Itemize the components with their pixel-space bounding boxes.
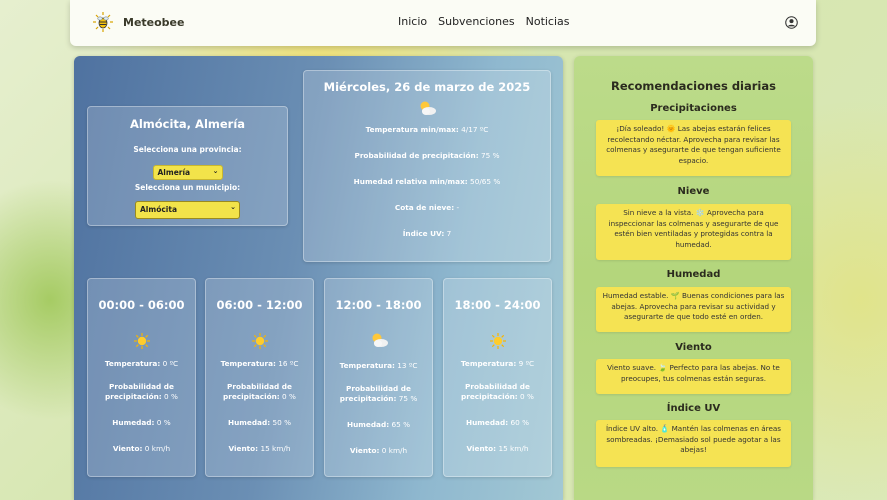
slot-temperature: Temperatura: 16 ºC: [220, 359, 299, 368]
forecast-slot-card: 06:00 - 12:00 Temperatura: 16 ºC Probabi…: [205, 278, 314, 477]
today-precipitation-row: Probabilidad de precipitación: 75 %: [354, 151, 500, 160]
sun-icon: [206, 332, 313, 350]
today-date: Miércoles, 26 de marzo de 2025: [323, 80, 531, 94]
today-humidity-row: Humedad relativa min/max: 50/65 %: [353, 177, 501, 186]
recommendation-heading-humidity: Humedad: [666, 269, 721, 280]
slot-time: 06:00 - 12:00: [216, 298, 303, 312]
weather-panel: Almócita, Almería Selecciona una provinc…: [74, 56, 563, 500]
slot-temperature: Temperatura: 0 ºC: [104, 359, 179, 368]
recommendation-heading-precipitation: Precipitaciones: [650, 103, 737, 114]
slot-precipitation: Probabilidad de precipitación: 0 %: [461, 382, 534, 401]
sun-cloud-icon: [304, 100, 550, 118]
province-select[interactable]: Almería ⌄: [152, 165, 223, 180]
recommendation-heading-wind: Viento: [675, 342, 712, 353]
slot-precipitation: Probabilidad de precipitación: 0 %: [105, 382, 178, 401]
slot-temperature: Temperatura: 13 ºC: [339, 361, 418, 370]
forecast-slot-card: 18:00 - 24:00 Temperatura: 9 ºC Probabil…: [443, 278, 552, 477]
chevron-down-icon: ⌄: [230, 203, 236, 211]
recommendations-panel: Recomendaciones diarias Precipitaciones …: [574, 56, 813, 500]
slot-wind: Viento: 0 km/h: [112, 444, 171, 453]
recommendation-wind: Viento suave. 🍃 Perfecto para las abejas…: [596, 359, 791, 394]
slot-wind: Viento: 0 km/h: [349, 446, 408, 455]
slot-humidity: Humedad: 50 %: [227, 418, 292, 427]
recommendation-humidity: Humedad estable. 🌱 Buenas condiciones pa…: [596, 287, 791, 332]
recommendation-precipitation: ¡Día soleado! 🌞 Las abejas estarán felic…: [596, 120, 791, 176]
municipality-label: Selecciona un municipio:: [134, 183, 241, 192]
province-label: Selecciona una provincia:: [133, 145, 242, 154]
slot-wind: Viento: 15 km/h: [466, 444, 529, 453]
municipality-select[interactable]: Almócita ⌄: [135, 201, 240, 219]
sun-cloud-icon: [325, 332, 432, 350]
recommendation-heading-snow: Nieve: [677, 186, 710, 197]
slot-humidity: Humedad: 65 %: [346, 420, 411, 429]
forecast-slot-card: 12:00 - 18:00 Temperatura: 13 ºC Probabi…: [324, 278, 433, 477]
slot-time: 12:00 - 18:00: [335, 298, 422, 312]
recommendation-snow: Sin nieve a la vista. ❄️ Aprovecha para …: [596, 204, 791, 260]
chevron-down-icon: ⌄: [212, 167, 219, 175]
sun-icon: [444, 332, 551, 350]
today-summary-card: Miércoles, 26 de marzo de 2025 Temperatu…: [303, 70, 551, 262]
slot-humidity: Humedad: 0 %: [112, 418, 171, 427]
slot-precipitation: Probabilidad de precipitación: 75 %: [339, 384, 418, 403]
sun-icon: [88, 332, 195, 350]
forecast-slot-card: 00:00 - 06:00 Temperatura: 0 ºC Probabil…: [87, 278, 196, 477]
today-temperature-row: Temperatura min/max: 4/17 ºC: [365, 125, 489, 134]
nav-link-noticias[interactable]: Noticias: [526, 15, 570, 28]
recommendations-title: Recomendaciones diarias: [611, 79, 776, 93]
bee-logo-icon[interactable]: [92, 11, 114, 33]
brand-name[interactable]: Meteobee: [123, 16, 184, 29]
slot-time: 18:00 - 24:00: [454, 298, 541, 312]
slot-wind: Viento: 15 km/h: [228, 444, 291, 453]
main-menu: Inicio Subvenciones Noticias: [398, 15, 570, 28]
recommendation-uv: Índice UV alto. 🧴 Mantén las colmenas en…: [596, 420, 791, 467]
recommendation-heading-uv: Índice UV: [666, 403, 721, 414]
slot-temperature: Temperatura: 9 ºC: [460, 359, 535, 368]
today-snow-row: Cota de nieve: -: [394, 203, 460, 212]
top-navbar: Meteobee Inicio Subvenciones Noticias: [70, 0, 816, 46]
slot-time: 00:00 - 06:00: [98, 298, 185, 312]
nav-link-inicio[interactable]: Inicio: [398, 15, 427, 28]
location-card: Almócita, Almería Selecciona una provinc…: [87, 106, 288, 226]
nav-link-subvenciones[interactable]: Subvenciones: [438, 15, 515, 28]
slot-precipitation: Probabilidad de precipitación: 0 %: [223, 382, 296, 401]
slot-humidity: Humedad: 60 %: [465, 418, 530, 427]
user-account-icon[interactable]: [785, 16, 798, 29]
province-select-value: Almería: [157, 168, 191, 177]
today-uv-row: Índice UV: 7: [402, 229, 452, 238]
municipality-select-value: Almócita: [140, 205, 178, 214]
location-title: Almócita, Almería: [129, 117, 246, 131]
